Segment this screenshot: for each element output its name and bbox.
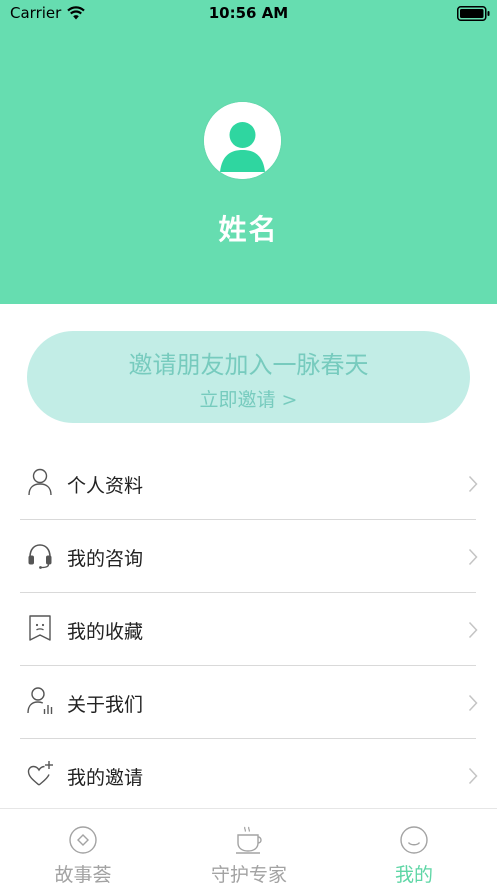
diamond-circle-icon bbox=[68, 825, 98, 855]
invite-banner[interactable]: 邀请朋友加入一脉春天 立即邀请 > bbox=[27, 331, 470, 423]
heart-plus-icon bbox=[26, 759, 54, 789]
profile-screen: Carrier 10:56 AM 姓名 邀请朋友加入一脉春天 立即邀请 > 个人… bbox=[0, 0, 497, 883]
menu-item-my-favorites[interactable]: 我的收藏 bbox=[20, 593, 478, 666]
tab-experts[interactable]: 守护专家 bbox=[166, 809, 332, 883]
menu-item-about-us[interactable]: 关于我们 bbox=[20, 666, 478, 739]
profile-menu: 个人资料 我的咨询 我的收藏 关于我们 我的邀请 bbox=[20, 447, 478, 812]
tab-mine[interactable]: 我的 bbox=[331, 809, 497, 883]
chevron-right-icon bbox=[468, 475, 478, 493]
tab-label: 守护专家 bbox=[210, 864, 287, 883]
user-avatar-icon bbox=[204, 102, 281, 179]
menu-item-label: 个人资料 bbox=[67, 475, 144, 497]
person-icon bbox=[26, 467, 54, 497]
person-chart-icon bbox=[26, 686, 54, 716]
headset-icon bbox=[26, 540, 54, 570]
menu-item-label: 我的咨询 bbox=[67, 548, 144, 570]
tab-stories[interactable]: 故事荟 bbox=[0, 809, 166, 883]
menu-item-label: 我的收藏 bbox=[67, 621, 144, 643]
chevron-right-icon bbox=[468, 767, 478, 785]
menu-item-label: 我的邀请 bbox=[67, 767, 144, 789]
tab-bar: 故事荟 守护专家 我的 bbox=[0, 808, 497, 883]
invite-title: 邀请朋友加入一脉春天 bbox=[128, 351, 369, 379]
invite-now-link[interactable]: 立即邀请 > bbox=[27, 385, 470, 412]
status-bar: Carrier 10:56 AM bbox=[0, 0, 497, 28]
menu-item-my-consultation[interactable]: 我的咨询 bbox=[20, 520, 478, 593]
bookmark-icon bbox=[26, 613, 54, 643]
menu-item-my-invitations[interactable]: 我的邀请 bbox=[20, 739, 478, 812]
tab-label: 故事荟 bbox=[54, 864, 112, 883]
tab-label: 我的 bbox=[394, 864, 433, 883]
profile-header: Carrier 10:56 AM 姓名 bbox=[0, 0, 497, 304]
avatar[interactable] bbox=[204, 102, 281, 179]
menu-item-personal-info[interactable]: 个人资料 bbox=[20, 447, 478, 520]
coffee-cup-icon bbox=[234, 825, 264, 855]
chevron-right-icon bbox=[468, 548, 478, 566]
status-time: 10:56 AM bbox=[208, 4, 289, 22]
smile-face-icon bbox=[399, 825, 429, 855]
chevron-right-icon bbox=[468, 694, 478, 712]
battery-icon bbox=[457, 6, 490, 21]
menu-item-label: 关于我们 bbox=[67, 694, 144, 716]
user-name: 姓名 bbox=[218, 213, 279, 246]
chevron-right-icon bbox=[468, 621, 478, 639]
